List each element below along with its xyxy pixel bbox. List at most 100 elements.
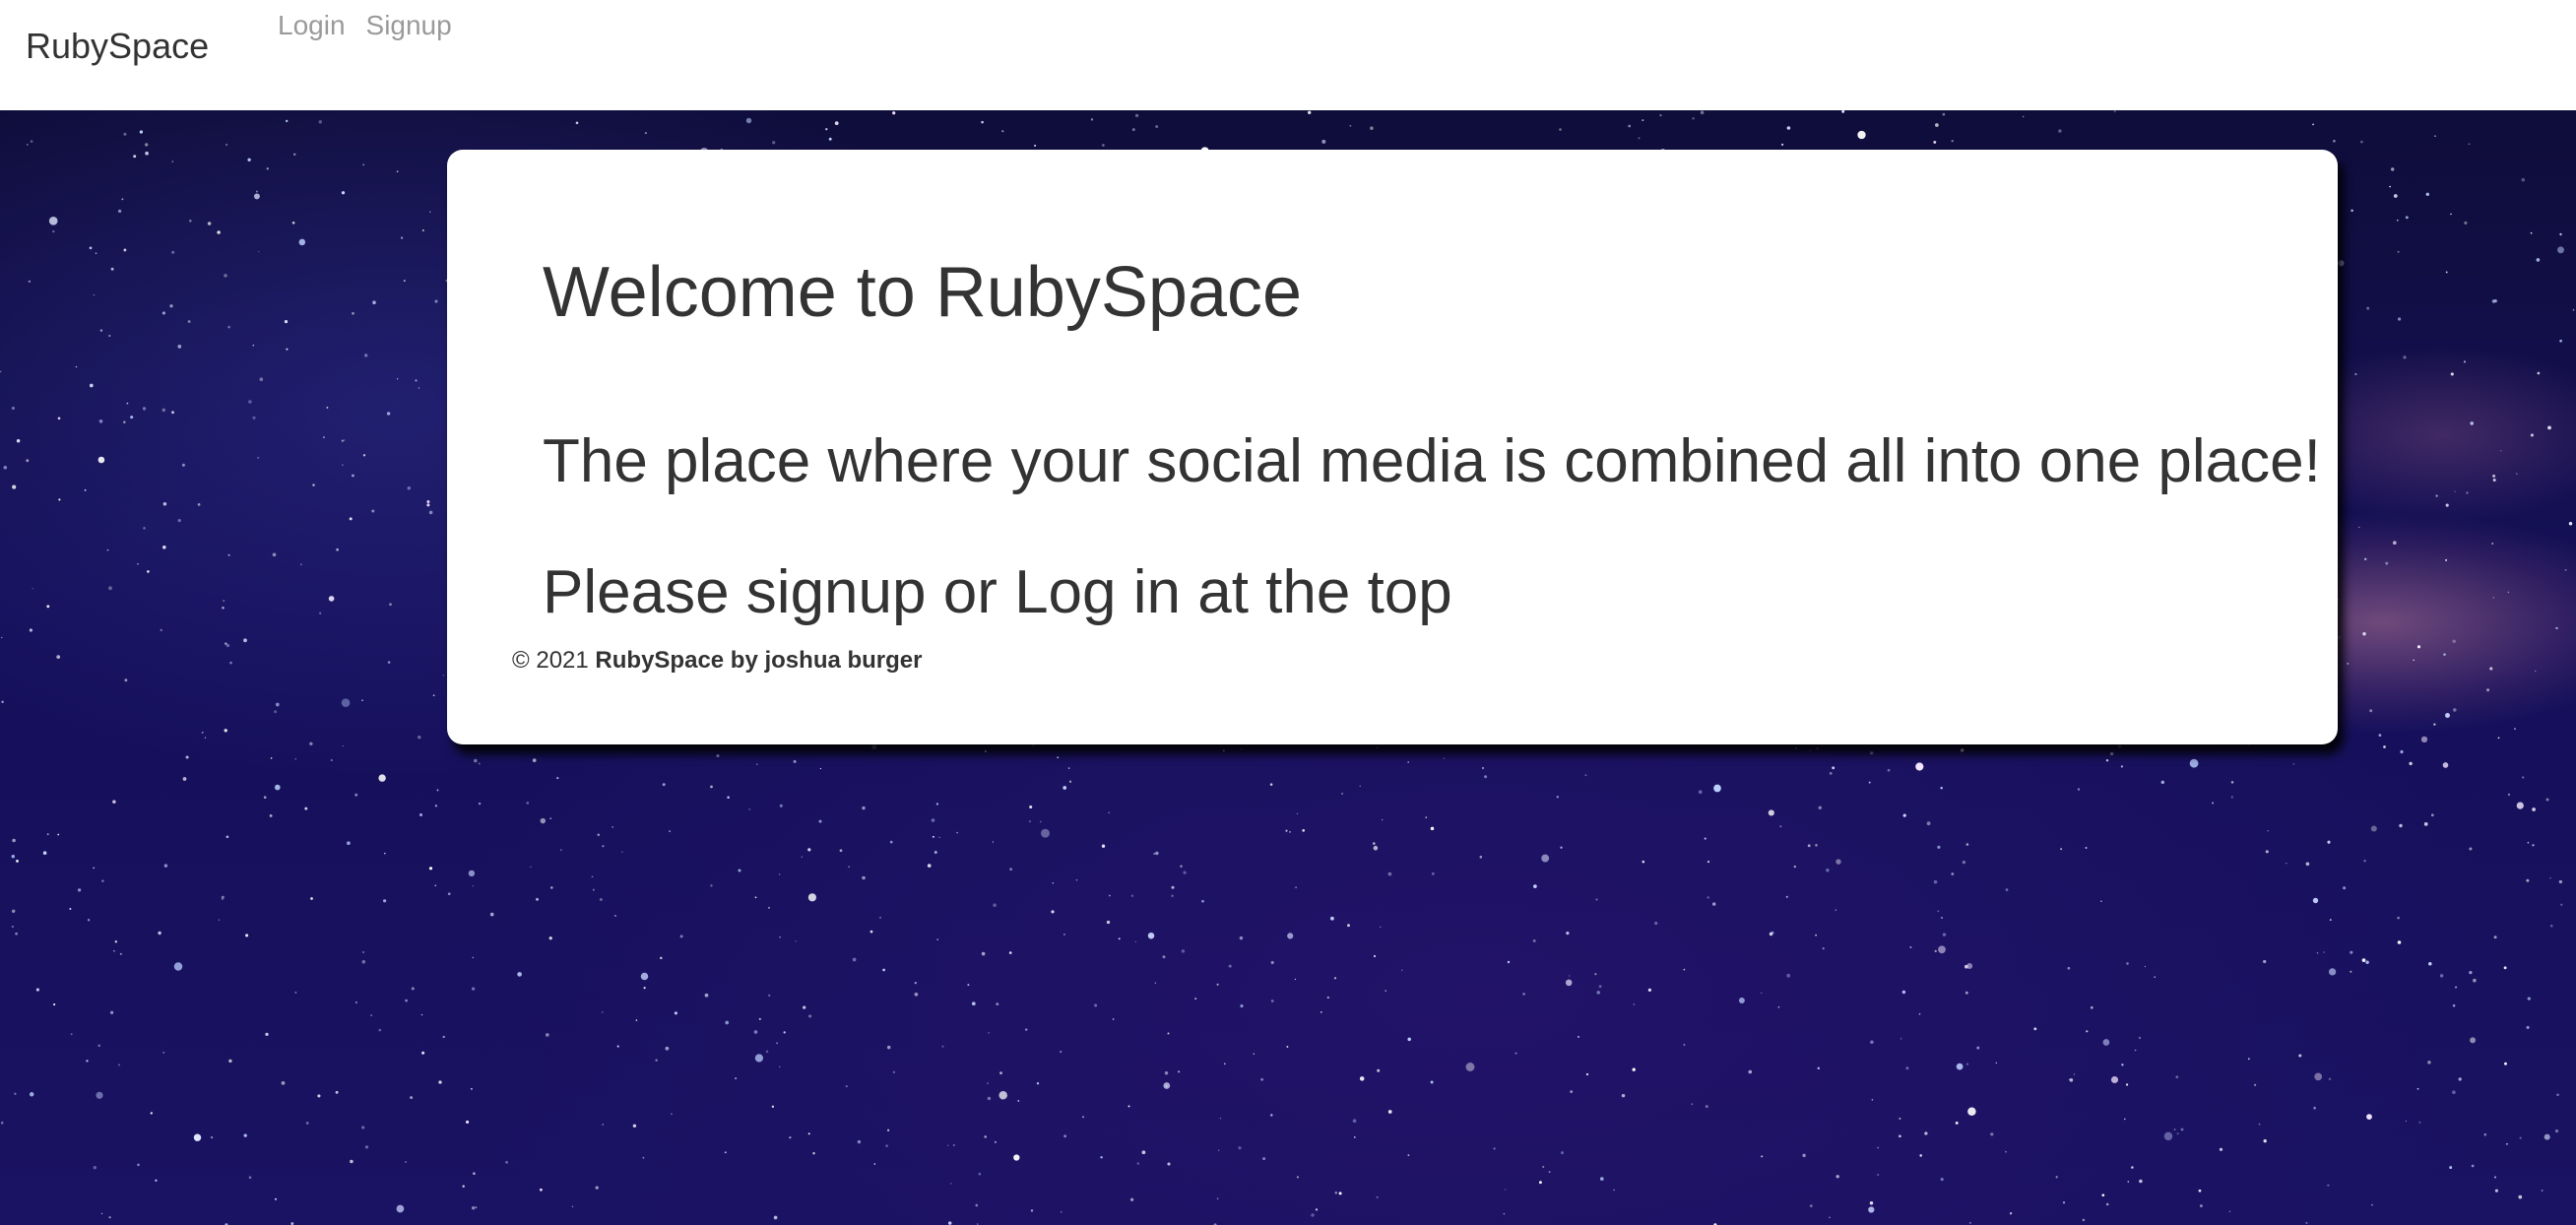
star [2439, 974, 2444, 978]
star [724, 1151, 727, 1154]
star [793, 759, 797, 763]
star [2337, 598, 2340, 601]
star [405, 999, 408, 1002]
star [1594, 973, 1597, 976]
login-link[interactable]: Login [278, 10, 346, 41]
star [1761, 1155, 1764, 1158]
star [1585, 1072, 1589, 1076]
star [2105, 1202, 2109, 1206]
star [2413, 659, 2415, 662]
star [994, 1140, 997, 1143]
star [1270, 1114, 1273, 1117]
star [1522, 993, 1525, 996]
star [1779, 825, 1782, 828]
star [2491, 543, 2494, 545]
star [776, 1042, 778, 1045]
star [978, 1172, 982, 1176]
star [389, 603, 392, 607]
star [100, 1212, 103, 1215]
star [2305, 862, 2310, 867]
star [1965, 1063, 1969, 1065]
star [2535, 670, 2537, 673]
star [1793, 865, 1797, 869]
star [182, 777, 187, 781]
star [70, 1033, 73, 1036]
star [361, 960, 366, 964]
star [52, 229, 55, 233]
star [914, 992, 919, 997]
star [1870, 1040, 1874, 1044]
star [892, 111, 896, 115]
star [101, 879, 104, 882]
star [123, 132, 127, 136]
star [988, 1032, 990, 1034]
star [1320, 1011, 1322, 1013]
star [2403, 355, 2407, 359]
star [807, 848, 811, 852]
star [418, 387, 420, 389]
star [56, 655, 61, 659]
star [987, 1096, 992, 1101]
star [819, 767, 822, 770]
star [1942, 933, 1947, 936]
star [886, 1045, 891, 1050]
star [931, 818, 935, 822]
star [2507, 793, 2510, 796]
star [2423, 822, 2428, 826]
star [1029, 805, 1033, 809]
star [11, 909, 16, 914]
star [113, 950, 115, 952]
star [2418, 1121, 2421, 1124]
star [571, 1205, 574, 1207]
star [1902, 813, 1906, 817]
star [272, 552, 277, 557]
star [2370, 825, 2377, 832]
star [462, 1185, 465, 1188]
star [540, 1188, 543, 1192]
signup-link[interactable]: Signup [366, 10, 452, 41]
star [1768, 809, 1774, 816]
star [996, 1002, 999, 1006]
star [818, 819, 822, 823]
star [517, 972, 522, 977]
star [1127, 1105, 1130, 1108]
star [97, 1044, 100, 1048]
star [2519, 1136, 2522, 1139]
star [16, 438, 21, 443]
star [1901, 990, 1906, 995]
star [2175, 1075, 2179, 1079]
star [772, 141, 776, 145]
star [768, 994, 771, 998]
star [12, 838, 16, 843]
star [1147, 932, 1155, 939]
star [229, 661, 232, 665]
star [312, 484, 315, 486]
star [2123, 1118, 2126, 1121]
star [2361, 958, 2366, 962]
star [11, 407, 15, 410]
star [2450, 213, 2452, 216]
star [2323, 951, 2325, 953]
star [2230, 796, 2233, 799]
star [1134, 113, 1139, 118]
star [2503, 966, 2507, 970]
star [187, 320, 191, 323]
star [1933, 879, 1938, 884]
star [225, 144, 228, 146]
star [207, 222, 212, 226]
star [765, 1050, 769, 1054]
star [266, 167, 269, 170]
brand-link[interactable]: RubySpace [26, 26, 209, 67]
star [2450, 372, 2454, 376]
star [2363, 557, 2367, 561]
star [662, 783, 666, 787]
star [2425, 192, 2429, 196]
star [30, 140, 33, 143]
star [2564, 568, 2567, 571]
star [227, 553, 230, 556]
star [2316, 951, 2319, 954]
star [886, 1128, 890, 1131]
star [145, 143, 149, 147]
star [2138, 1036, 2142, 1040]
star [95, 252, 97, 255]
